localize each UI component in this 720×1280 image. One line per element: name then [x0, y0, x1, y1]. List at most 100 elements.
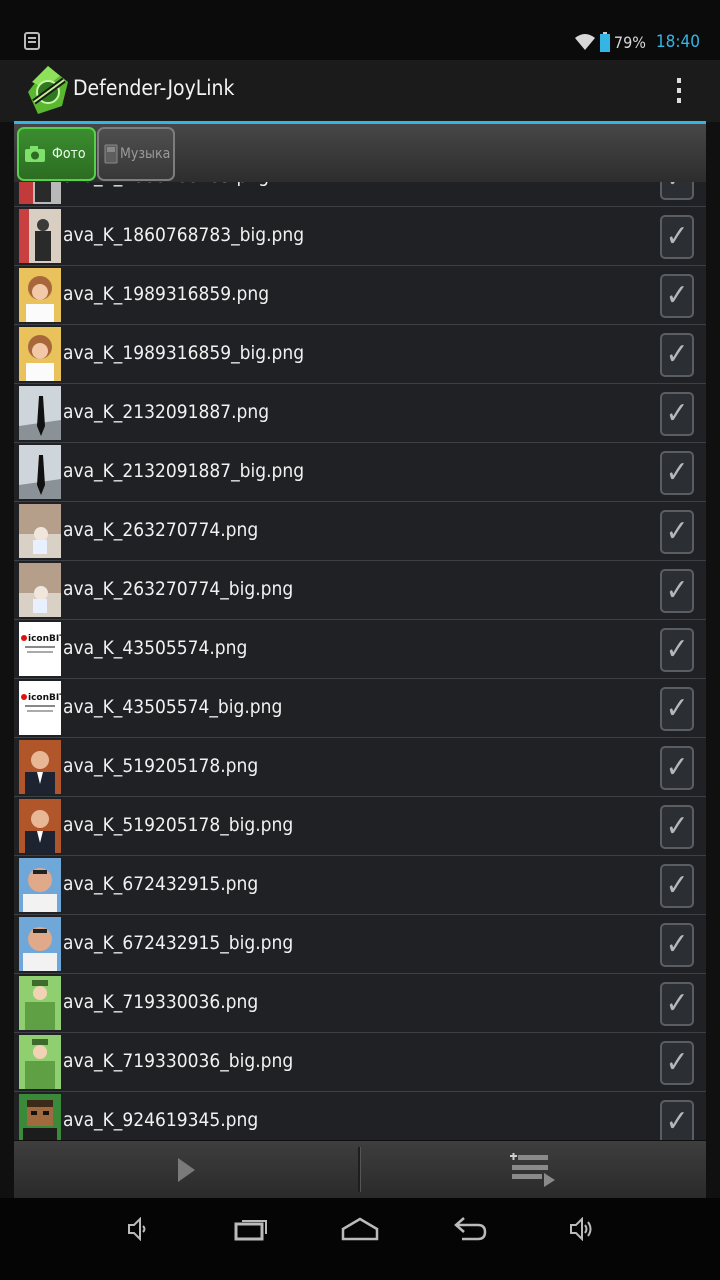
file-row[interactable]: iconBITava_K_43505574.png ✓	[14, 620, 706, 679]
battery-icon	[599, 32, 610, 52]
wifi-icon	[574, 34, 595, 50]
play-button[interactable]	[14, 1141, 358, 1198]
file-thumbnail	[19, 799, 61, 853]
file-name: ava_K_1860768783.png	[63, 182, 269, 187]
music-icon	[104, 144, 118, 164]
file-checkbox[interactable]: ✓	[660, 864, 694, 908]
file-thumbnail	[19, 386, 61, 440]
file-checkbox[interactable]: ✓	[660, 392, 694, 436]
file-name: ava_K_519205178_big.png	[63, 814, 294, 836]
file-row[interactable]: ava_K_263270774_big.png ✓	[14, 561, 706, 620]
file-row[interactable]: ava_K_672432915.png ✓	[14, 856, 706, 915]
recent-apps-icon	[234, 1220, 267, 1241]
checkmark-icon: ✓	[666, 182, 689, 193]
tab-photo[interactable]: Фото	[17, 127, 96, 181]
joylink-app-icon[interactable]	[24, 62, 72, 118]
home-icon	[341, 1217, 379, 1241]
back-icon	[454, 1217, 487, 1241]
file-checkbox[interactable]: ✓	[660, 333, 694, 377]
file-checkbox[interactable]: ✓	[660, 746, 694, 790]
file-checkbox[interactable]: ✓	[660, 982, 694, 1026]
checkmark-icon: ✓	[665, 927, 689, 962]
volume-down-button[interactable]	[122, 1212, 152, 1246]
file-checkbox[interactable]: ✓	[660, 687, 694, 731]
volume-up-button[interactable]	[566, 1212, 596, 1246]
checkmark-icon: ✓	[665, 573, 689, 608]
overflow-menu-icon[interactable]	[674, 76, 684, 106]
recent-apps-button[interactable]	[232, 1212, 270, 1246]
checkmark-icon: ✓	[665, 1045, 689, 1080]
action-bar: Defender-JoyLink	[0, 60, 720, 122]
file-checkbox[interactable]: ✓	[660, 510, 694, 554]
file-row[interactable]: ava_K_1860768783.png ✓	[14, 182, 706, 207]
file-thumbnail	[19, 327, 61, 381]
file-checkbox[interactable]: ✓	[660, 274, 694, 318]
file-checkbox[interactable]: ✓	[660, 182, 694, 200]
bottom-action-bar	[14, 1141, 706, 1198]
file-name: ava_K_43505574_big.png	[63, 696, 283, 718]
battery-percent: 79%	[613, 32, 646, 52]
file-row[interactable]: ava_K_1989316859.png ✓	[14, 266, 706, 325]
file-name: ava_K_519205178.png	[63, 755, 259, 777]
file-row[interactable]: ava_K_719330036_big.png ✓	[14, 1033, 706, 1092]
file-thumbnail	[19, 1035, 61, 1089]
file-thumbnail	[19, 182, 61, 204]
file-row[interactable]: iconBITava_K_43505574_big.png ✓	[14, 679, 706, 738]
file-list[interactable]: ava_K_1860768783.png✓ava_K_1860768783_bi…	[14, 182, 706, 1140]
home-button[interactable]	[340, 1212, 380, 1246]
file-name: ava_K_672432915.png	[63, 873, 259, 895]
file-checkbox[interactable]: ✓	[660, 569, 694, 613]
file-checkbox[interactable]: ✓	[660, 628, 694, 672]
file-row[interactable]: ava_K_1860768783_big.png ✓	[14, 207, 706, 266]
volume-up-icon	[570, 1217, 592, 1241]
file-row[interactable]: ava_K_2132091887.png ✓	[14, 384, 706, 443]
file-row[interactable]: ava_K_672432915_big.png ✓	[14, 915, 706, 974]
file-checkbox[interactable]: ✓	[660, 215, 694, 259]
file-checkbox[interactable]: ✓	[660, 805, 694, 849]
file-checkbox[interactable]: ✓	[660, 923, 694, 967]
file-row[interactable]: ava_K_263270774.png ✓	[14, 502, 706, 561]
file-name: ava_K_1989316859.png	[63, 283, 270, 305]
tab-music[interactable]: Музыка	[97, 127, 175, 181]
volume-down-icon	[128, 1217, 146, 1241]
file-row[interactable]: ava_K_719330036.png ✓	[14, 974, 706, 1033]
back-button[interactable]	[450, 1212, 490, 1246]
add-to-playlist-icon	[510, 1152, 555, 1187]
file-thumbnail	[19, 445, 61, 499]
tab-music-label: Музыка	[120, 146, 171, 162]
file-row[interactable]: ava_K_1989316859_big.png ✓	[14, 325, 706, 384]
file-checkbox[interactable]: ✓	[660, 451, 694, 495]
file-name: ava_K_719330036_big.png	[63, 1050, 294, 1072]
file-name: ava_K_1989316859_big.png	[63, 342, 305, 364]
file-thumbnail	[19, 504, 61, 558]
checkmark-icon: ✓	[665, 691, 689, 726]
svg-text:iconBIT: iconBIT	[28, 693, 61, 703]
status-icons: 79% 18:40	[574, 30, 700, 54]
play-icon	[178, 1157, 195, 1182]
checkmark-icon: ✓	[665, 278, 689, 313]
checkmark-icon: ✓	[665, 986, 689, 1021]
file-row[interactable]: ava_K_519205178.png ✓	[14, 738, 706, 797]
file-thumbnail: iconBIT	[19, 622, 61, 676]
file-list-rows: ava_K_1860768783.png✓ava_K_1860768783_bi…	[14, 182, 706, 1140]
file-name: ava_K_1860768783_big.png	[63, 224, 305, 246]
svg-text:iconBIT: iconBIT	[28, 634, 61, 644]
checkmark-icon: ✓	[665, 868, 689, 903]
checkmark-icon: ✓	[665, 1104, 689, 1139]
file-name: ava_K_672432915_big.png	[63, 932, 294, 954]
notification-icon	[24, 32, 40, 50]
checkmark-icon: ✓	[665, 514, 689, 549]
file-row[interactable]: ava_K_519205178_big.png ✓	[14, 797, 706, 856]
file-row[interactable]: ava_K_2132091887_big.png ✓	[14, 443, 706, 502]
file-name: ava_K_924619345.png	[63, 1109, 259, 1131]
file-name: ava_K_263270774_big.png	[63, 578, 294, 600]
checkmark-icon: ✓	[665, 809, 689, 844]
file-checkbox[interactable]: ✓	[660, 1100, 694, 1140]
checkmark-icon: ✓	[665, 219, 689, 254]
add-to-playlist-button[interactable]	[360, 1141, 706, 1198]
file-checkbox[interactable]: ✓	[660, 1041, 694, 1085]
file-name: ava_K_2132091887_big.png	[63, 460, 305, 482]
file-thumbnail	[19, 740, 61, 794]
file-row[interactable]: ava_K_924619345.png ✓	[14, 1092, 706, 1140]
file-thumbnail	[19, 976, 61, 1030]
